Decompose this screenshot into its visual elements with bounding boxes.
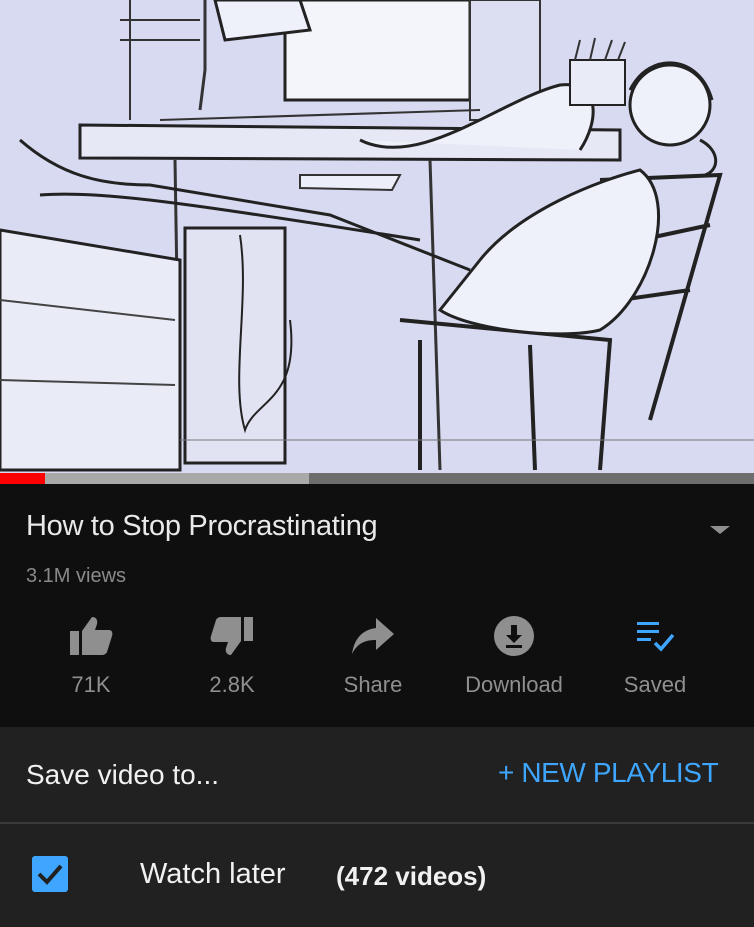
download-label: Download (465, 672, 563, 697)
playlist-saved-icon (631, 612, 679, 660)
dislike-button[interactable]: 2.8K (162, 612, 302, 712)
chevron-down-icon[interactable] (708, 522, 732, 538)
view-count: 3.1M views (26, 565, 127, 587)
video-progress-bar[interactable] (0, 473, 754, 484)
playlist-video-count: (472 videos) (336, 861, 487, 891)
video-player[interactable] (0, 0, 754, 484)
share-label: Share (343, 672, 403, 697)
saved-button[interactable]: Saved (585, 612, 725, 712)
checkmark-icon (37, 864, 63, 885)
like-count: 71K (71, 672, 111, 697)
new-playlist-button[interactable]: + NEW PLAYLIST (498, 757, 719, 789)
like-button[interactable]: 71K (21, 612, 161, 712)
share-icon (349, 612, 397, 660)
video-frame-illustration (0, 0, 754, 473)
video-title: How to Stop Procrastinating (26, 510, 378, 542)
sheet-title: Save video to... (26, 759, 220, 790)
playlist-name: Watch later (140, 858, 286, 890)
action-bar: 71K 2.8K Share Download Saved (21, 612, 725, 712)
thumbs-down-icon (208, 612, 256, 660)
watch-later-checkbox[interactable] (32, 856, 68, 892)
saved-label: Saved (623, 672, 687, 697)
download-button[interactable]: Download (444, 612, 584, 712)
dislike-count: 2.8K (209, 672, 255, 697)
download-icon (490, 612, 538, 660)
thumbs-up-icon (67, 612, 115, 660)
share-button[interactable]: Share (303, 612, 443, 712)
progress-buffered (0, 473, 310, 484)
progress-played (0, 473, 46, 484)
